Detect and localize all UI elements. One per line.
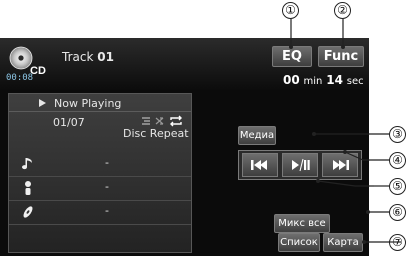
callout-leader-lines — [289, 19, 401, 244]
